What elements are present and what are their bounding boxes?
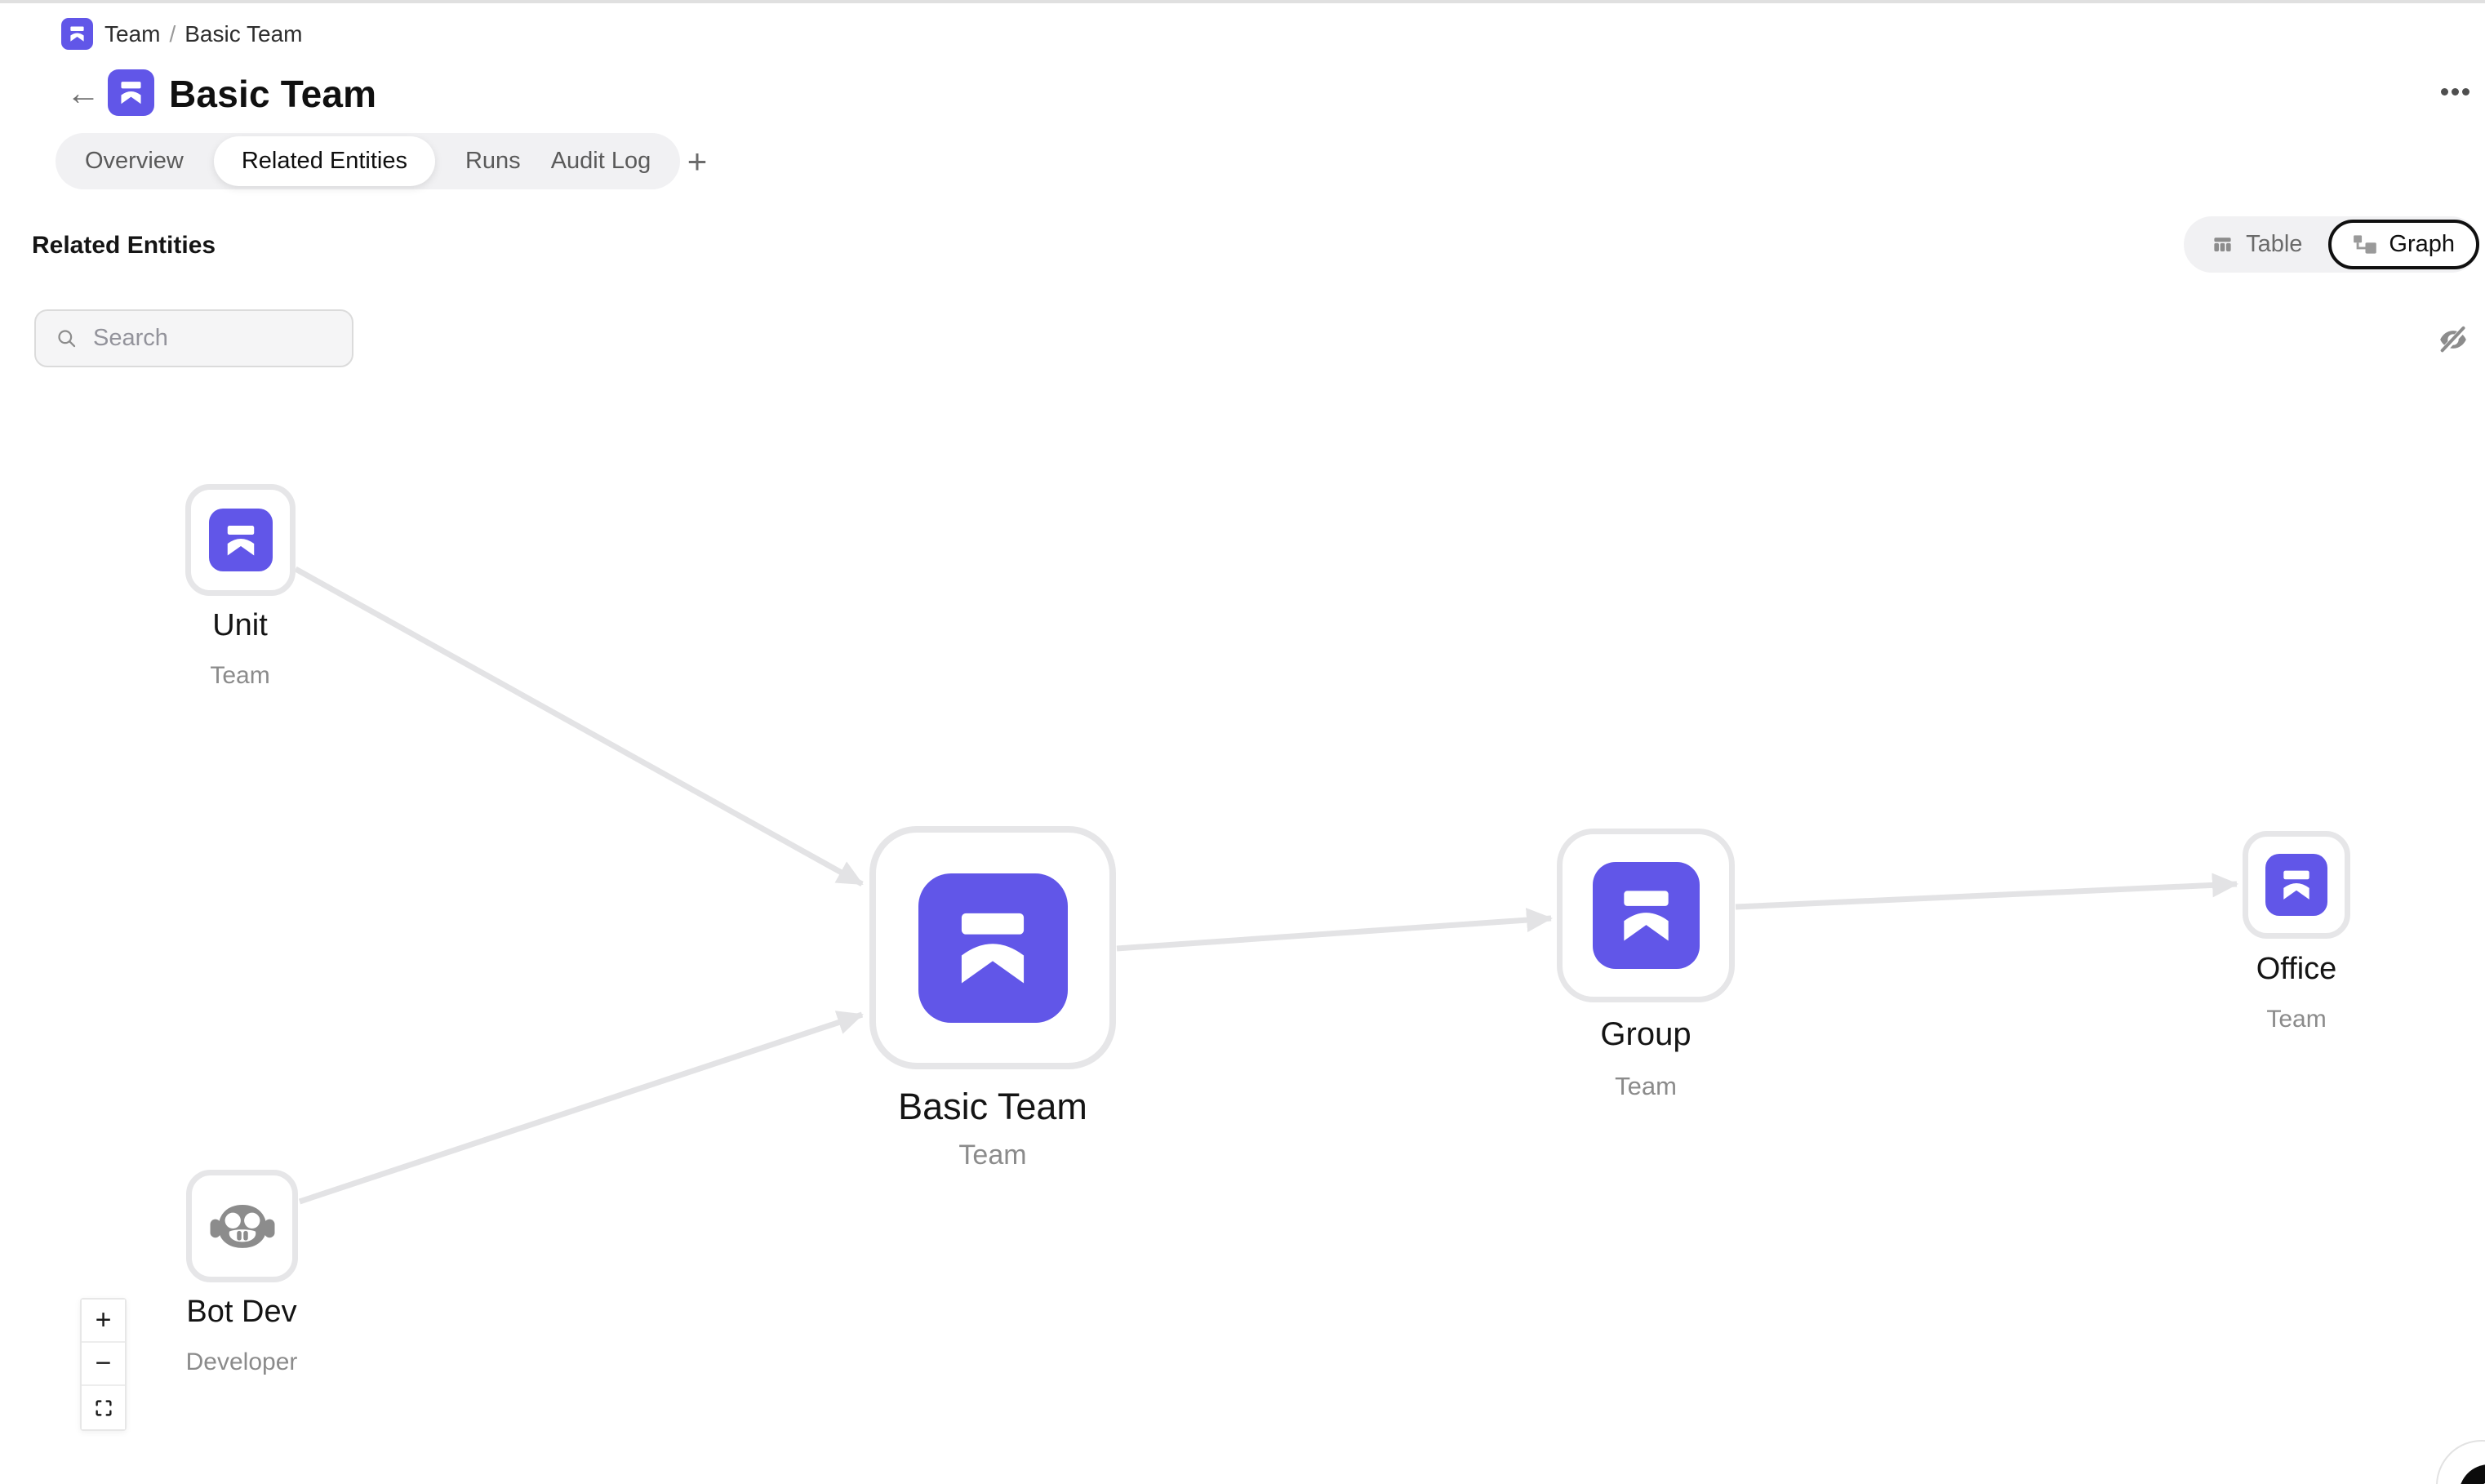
zoom-controls: + − (80, 1298, 127, 1431)
edge-group-to-office (1736, 884, 2237, 907)
graph-node-group[interactable]: Group Team (1557, 829, 1735, 1002)
section-title: Related Entities (32, 232, 216, 260)
ellipsis-icon (2441, 88, 2448, 96)
search-icon (56, 327, 78, 349)
node-card (869, 826, 1116, 1069)
add-tab-button[interactable]: + (673, 137, 722, 186)
robot-icon (208, 1192, 277, 1260)
fit-view-button[interactable] (82, 1386, 125, 1429)
tab-bar: Overview Related Entities Runs Audit Log (56, 133, 680, 189)
eye-slash-icon[interactable] (2436, 323, 2470, 356)
tab-audit-log[interactable]: Audit Log (551, 148, 651, 175)
view-table-button[interactable]: Table (2212, 231, 2302, 258)
breadcrumb-separator: / (169, 21, 176, 47)
team-flag-icon (918, 873, 1068, 1023)
back-button[interactable]: ← (65, 73, 101, 113)
page-title: Basic Team (169, 72, 376, 116)
node-card (186, 1170, 298, 1282)
node-label: Basic Team (898, 1086, 1087, 1128)
edge-unit-to-basic-team (296, 569, 862, 884)
edge-basic-team-to-group (1117, 918, 1551, 949)
graph-node-bot-dev[interactable]: Bot Dev Developer (186, 1170, 298, 1282)
zoom-in-button[interactable]: + (82, 1300, 125, 1343)
node-label: Unit (212, 608, 268, 643)
team-flag-icon (209, 509, 273, 571)
node-card (2243, 831, 2350, 939)
tab-related-entities[interactable]: Related Entities (214, 136, 435, 186)
question-mark-icon: ? (2459, 1464, 2485, 1484)
frame-corners-icon (93, 1397, 114, 1419)
node-card (185, 484, 296, 596)
node-type: Team (2266, 1006, 2326, 1033)
relation-edges (0, 0, 2485, 1484)
table-icon (2212, 233, 2234, 255)
graph-node-unit[interactable]: Unit Team (185, 484, 296, 596)
search-input[interactable] (91, 324, 352, 353)
entity-team-flag-icon (108, 69, 154, 116)
help-button[interactable]: ? (2436, 1440, 2485, 1484)
team-flag-icon (1593, 862, 1700, 969)
tab-runs[interactable]: Runs (465, 148, 521, 175)
node-type: Developer (186, 1348, 298, 1376)
node-label: Bot Dev (186, 1295, 296, 1330)
search-box (34, 309, 353, 367)
edge-bot-dev-to-basic-team (300, 1015, 862, 1202)
node-label: Group (1600, 1016, 1691, 1053)
team-flag-icon (61, 18, 93, 50)
graph-node-office[interactable]: Office Team (2243, 831, 2350, 939)
node-type: Team (1615, 1072, 1677, 1101)
tab-overview[interactable]: Overview (85, 148, 184, 175)
team-flag-icon (2265, 854, 2327, 916)
entity-page: Team / Basic Team ← Basic Team Overview … (0, 0, 2485, 1484)
breadcrumb-team[interactable]: Team (104, 21, 160, 47)
view-graph-button[interactable]: Graph (2328, 220, 2479, 269)
node-label: Office (2256, 952, 2337, 987)
breadcrumb-basic-team[interactable]: Basic Team (184, 21, 302, 47)
node-type: Team (210, 662, 269, 690)
breadcrumb: Team / Basic Team (61, 18, 302, 50)
more-options-button[interactable] (2441, 82, 2469, 101)
view-graph-label: Graph (2389, 231, 2455, 258)
view-table-label: Table (2246, 231, 2302, 258)
graph-node-basic-team[interactable]: Basic Team Team (869, 826, 1116, 1069)
node-type: Team (958, 1140, 1026, 1171)
top-divider (0, 0, 2485, 3)
node-card (1557, 829, 1735, 1002)
org-chart-icon (2353, 233, 2378, 255)
view-toggle: Table Graph (2184, 216, 2479, 273)
zoom-out-button[interactable]: − (82, 1343, 125, 1386)
